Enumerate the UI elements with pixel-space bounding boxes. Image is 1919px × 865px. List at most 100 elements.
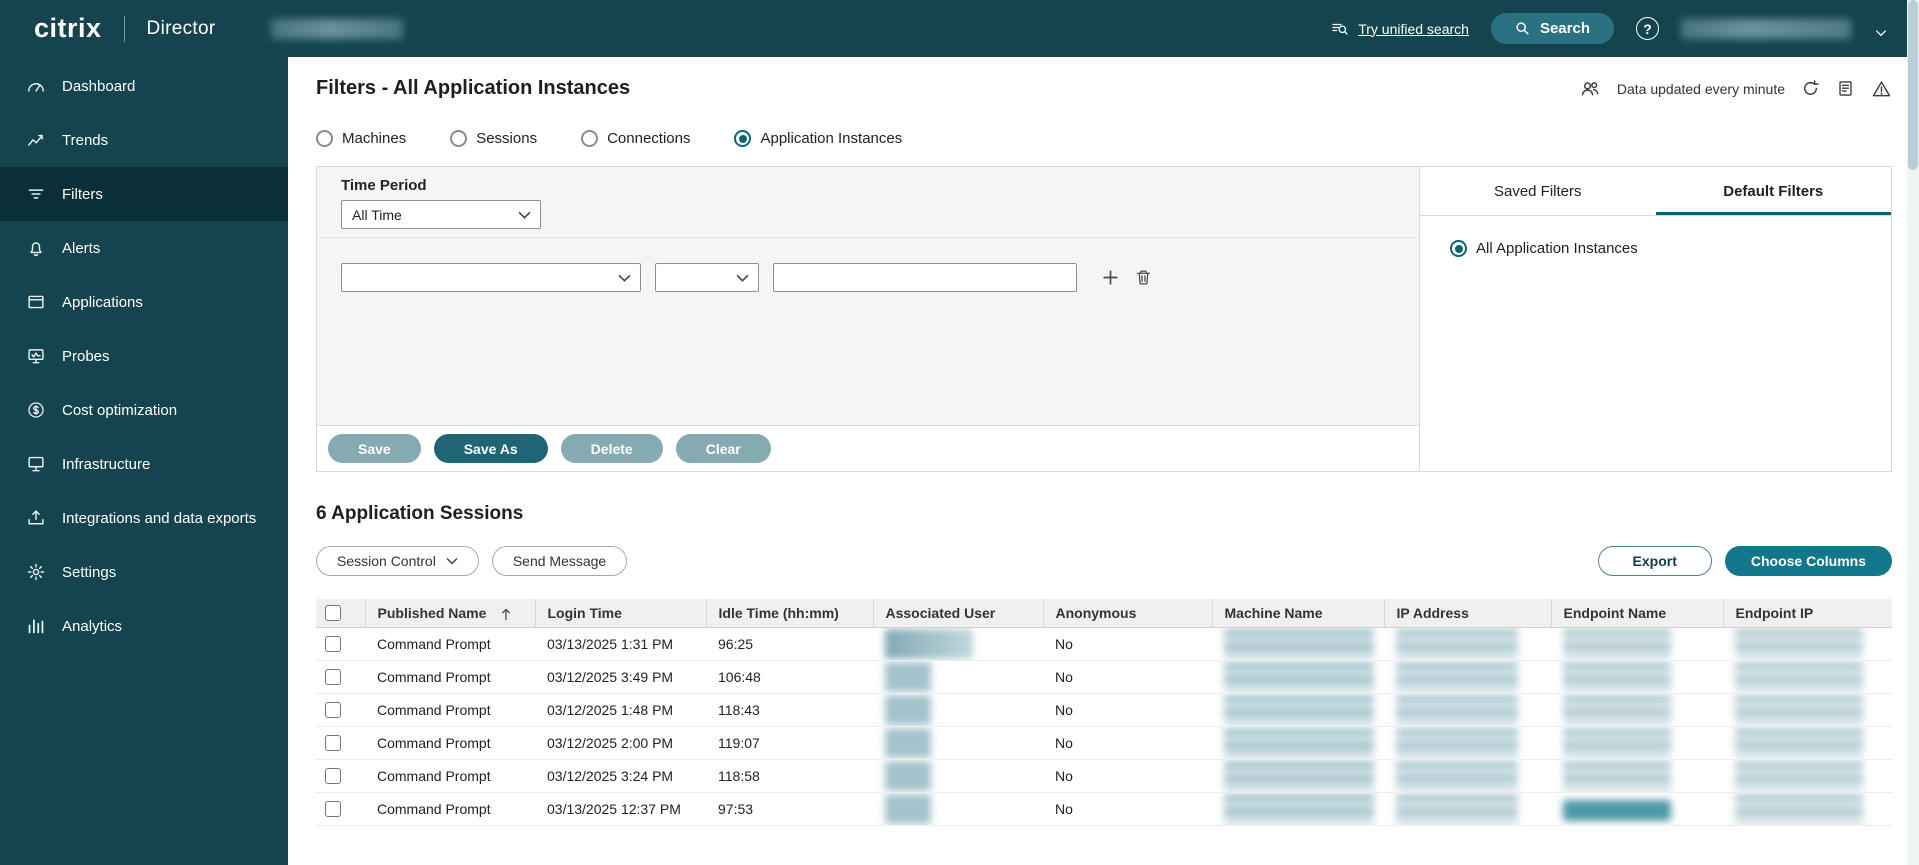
cell-published-name: Command Prompt	[365, 627, 535, 660]
user-account-redacted[interactable]	[1681, 19, 1851, 39]
sessions-toolbar: Session Control Send Message Export Choo…	[316, 546, 1892, 576]
radio-label: Application Instances	[760, 130, 902, 147]
machine-name-redacted	[1224, 728, 1374, 758]
sidebar-item-cost-optimization[interactable]: Cost optimization	[0, 383, 288, 437]
radio-application-instances[interactable]: Application Instances	[734, 130, 902, 147]
cell-idle-time: 118:58	[706, 759, 873, 792]
add-filter-icon[interactable]	[1101, 268, 1120, 287]
col-header-login-time[interactable]: Login Time	[535, 599, 706, 627]
time-period-label: Time Period	[341, 177, 1419, 194]
sidebar-item-integrations[interactable]: Integrations and data exports	[0, 491, 288, 545]
radio-label: Connections	[607, 130, 690, 147]
row-checkbox[interactable]	[325, 801, 341, 817]
tab-saved-filters[interactable]: Saved Filters	[1420, 167, 1656, 215]
radio-sessions[interactable]: Sessions	[450, 130, 537, 147]
infrastructure-icon	[26, 454, 46, 474]
sessions-count-heading: 6 Application Sessions	[316, 503, 1892, 525]
radio-all-application-instances[interactable]: All Application Instances	[1450, 240, 1891, 257]
title-actions: Data updated every minute	[1579, 79, 1892, 99]
row-checkbox[interactable]	[325, 669, 341, 685]
filter-operator-select[interactable]	[655, 263, 759, 292]
radio-machines[interactable]: Machines	[316, 130, 406, 147]
table-row[interactable]: Command Prompt 03/12/2025 1:48 PM 118:43…	[316, 693, 1892, 726]
cell-endpoint-name	[1551, 660, 1723, 693]
radio-connections[interactable]: Connections	[581, 130, 690, 147]
choose-columns-button[interactable]: Choose Columns	[1725, 546, 1892, 576]
warning-triangle-icon[interactable]	[1871, 79, 1892, 99]
sidebar-item-applications[interactable]: Applications	[0, 275, 288, 329]
cell-published-name: Command Prompt	[365, 660, 535, 693]
machine-name-redacted	[1224, 761, 1374, 791]
try-unified-search[interactable]: Try unified search	[1331, 20, 1469, 38]
try-unified-search-link[interactable]: Try unified search	[1358, 21, 1469, 37]
search-button[interactable]: Search	[1491, 13, 1614, 44]
table-row[interactable]: Command Prompt 03/12/2025 2:00 PM 119:07…	[316, 726, 1892, 759]
table-row[interactable]: Command Prompt 03/12/2025 3:49 PM 106:48…	[316, 660, 1892, 693]
sidebar-item-label: Analytics	[62, 618, 122, 635]
sidebar-item-probes[interactable]: Probes	[0, 329, 288, 383]
col-header-idle-time[interactable]: Idle Time (hh:mm)	[706, 599, 873, 627]
table-row[interactable]: Command Prompt 03/13/2025 12:37 PM 97:53…	[316, 792, 1892, 825]
col-header-published-name[interactable]: Published Name	[365, 599, 535, 627]
users-icon[interactable]	[1579, 79, 1601, 99]
filter-field-select[interactable]	[341, 263, 641, 292]
associated-user-redacted	[885, 728, 931, 758]
scrollbar-thumb[interactable]	[1908, 0, 1918, 170]
save-as-button[interactable]: Save As	[434, 434, 548, 463]
radio-circle	[316, 130, 333, 147]
row-checkbox[interactable]	[325, 735, 341, 751]
sidebar-item-infrastructure[interactable]: Infrastructure	[0, 437, 288, 491]
session-control-button[interactable]: Session Control	[316, 546, 479, 576]
search-icon	[1515, 21, 1531, 37]
time-period-select[interactable]: All Time	[341, 200, 541, 229]
sidebar-item-alerts[interactable]: Alerts	[0, 221, 288, 275]
table-row[interactable]: Command Prompt 03/12/2025 3:24 PM 118:58…	[316, 759, 1892, 792]
title-row: Filters - All Application Instances Data…	[316, 57, 1892, 100]
cell-published-name: Command Prompt	[365, 759, 535, 792]
send-message-button[interactable]: Send Message	[492, 546, 627, 576]
cell-ip-address	[1384, 660, 1551, 693]
row-checkbox[interactable]	[325, 768, 341, 784]
chevron-down-icon[interactable]	[1873, 26, 1889, 40]
cell-endpoint-name	[1551, 759, 1723, 792]
col-header-ip-address[interactable]: IP Address	[1384, 599, 1551, 627]
sidebar-item-dashboard[interactable]: Dashboard	[0, 59, 288, 113]
col-header-anonymous[interactable]: Anonymous	[1043, 599, 1212, 627]
clear-button[interactable]: Clear	[676, 434, 771, 463]
sidebar-item-trends[interactable]: Trends	[0, 113, 288, 167]
cell-idle-time: 96:25	[706, 627, 873, 660]
refresh-icon[interactable]	[1801, 79, 1820, 98]
cell-machine-name	[1212, 627, 1384, 660]
associated-user-redacted	[885, 662, 931, 692]
sidebar-item-settings[interactable]: Settings	[0, 545, 288, 599]
col-header-associated-user[interactable]: Associated User	[873, 599, 1043, 627]
gear-icon	[26, 562, 46, 582]
help-button[interactable]: ?	[1636, 17, 1659, 40]
table-row[interactable]: Command Prompt 03/13/2025 1:31 PM 96:25 …	[316, 627, 1892, 660]
select-all-checkbox[interactable]	[325, 605, 341, 621]
sidebar: Dashboard Trends Filters Alerts Applicat…	[0, 57, 288, 865]
col-header-endpoint-ip[interactable]: Endpoint IP	[1723, 599, 1892, 627]
cell-associated-user	[873, 792, 1043, 825]
delete-button[interactable]: Delete	[561, 434, 663, 463]
col-header-machine-name[interactable]: Machine Name	[1212, 599, 1384, 627]
save-button[interactable]: Save	[328, 434, 421, 463]
endpoint-ip-redacted	[1735, 629, 1863, 659]
cell-machine-name	[1212, 792, 1384, 825]
time-period-value: All Time	[352, 207, 402, 223]
sort-ascending-icon[interactable]	[500, 607, 512, 621]
row-checkbox[interactable]	[325, 702, 341, 718]
tab-default-filters[interactable]: Default Filters	[1656, 167, 1892, 215]
filter-value-input[interactable]	[773, 263, 1077, 292]
sidebar-item-analytics[interactable]: Analytics	[0, 599, 288, 653]
cell-ip-address	[1384, 759, 1551, 792]
row-checkbox[interactable]	[325, 636, 341, 652]
page-scrollbar[interactable]	[1907, 0, 1919, 865]
report-icon[interactable]	[1836, 79, 1855, 98]
associated-user-redacted	[885, 794, 931, 824]
trash-icon[interactable]	[1134, 268, 1153, 287]
sidebar-item-label: Applications	[62, 294, 143, 311]
col-header-endpoint-name[interactable]: Endpoint Name	[1551, 599, 1723, 627]
export-button[interactable]: Export	[1598, 546, 1712, 576]
sidebar-item-filters[interactable]: Filters	[0, 167, 288, 221]
